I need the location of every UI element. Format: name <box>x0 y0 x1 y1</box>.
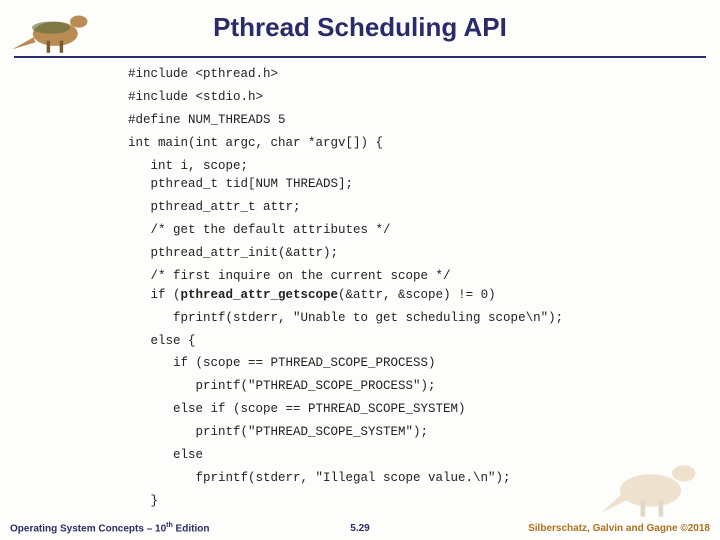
title-rule <box>14 56 706 58</box>
code-line: /* first inquire on the current scope */ <box>128 268 680 285</box>
code-line: else <box>128 447 680 464</box>
code-line: #include <stdio.h> <box>128 89 680 106</box>
code-line: } <box>128 493 680 510</box>
code-block: #include <pthread.h> #include <stdio.h> … <box>128 66 680 516</box>
code-line: int i, scope; <box>128 158 680 175</box>
code-line: fprintf(stderr, "Illegal scope value.\n"… <box>128 470 680 487</box>
code-line: if (scope == PTHREAD_SCOPE_PROCESS) <box>128 355 680 372</box>
code-line: pthread_attr_init(&attr); <box>128 245 680 262</box>
slide-title: Pthread Scheduling API <box>0 12 720 43</box>
code-line: int main(int argc, char *argv[]) { <box>128 135 680 152</box>
code-line: if (pthread_attr_getscope(&attr, &scope)… <box>128 287 680 304</box>
code-line: #include <pthread.h> <box>128 66 680 83</box>
code-line: fprintf(stderr, "Unable to get schedulin… <box>128 310 680 327</box>
code-line: else if (scope == PTHREAD_SCOPE_SYSTEM) <box>128 401 680 418</box>
code-line: #define NUM_THREADS 5 <box>128 112 680 129</box>
code-line: printf("PTHREAD_SCOPE_SYSTEM"); <box>128 424 680 441</box>
code-line: else { <box>128 333 680 350</box>
code-line: pthread_attr_t attr; <box>128 199 680 216</box>
footer: Operating System Concepts – 10th Edition… <box>0 516 720 534</box>
code-line: /* get the default attributes */ <box>128 222 680 239</box>
code-line: printf("PTHREAD_SCOPE_PROCESS"); <box>128 378 680 395</box>
footer-copyright: Silberschatz, Galvin and Gagne ©2018 <box>528 523 710 534</box>
code-line: pthread_t tid[NUM THREADS]; <box>128 176 680 193</box>
